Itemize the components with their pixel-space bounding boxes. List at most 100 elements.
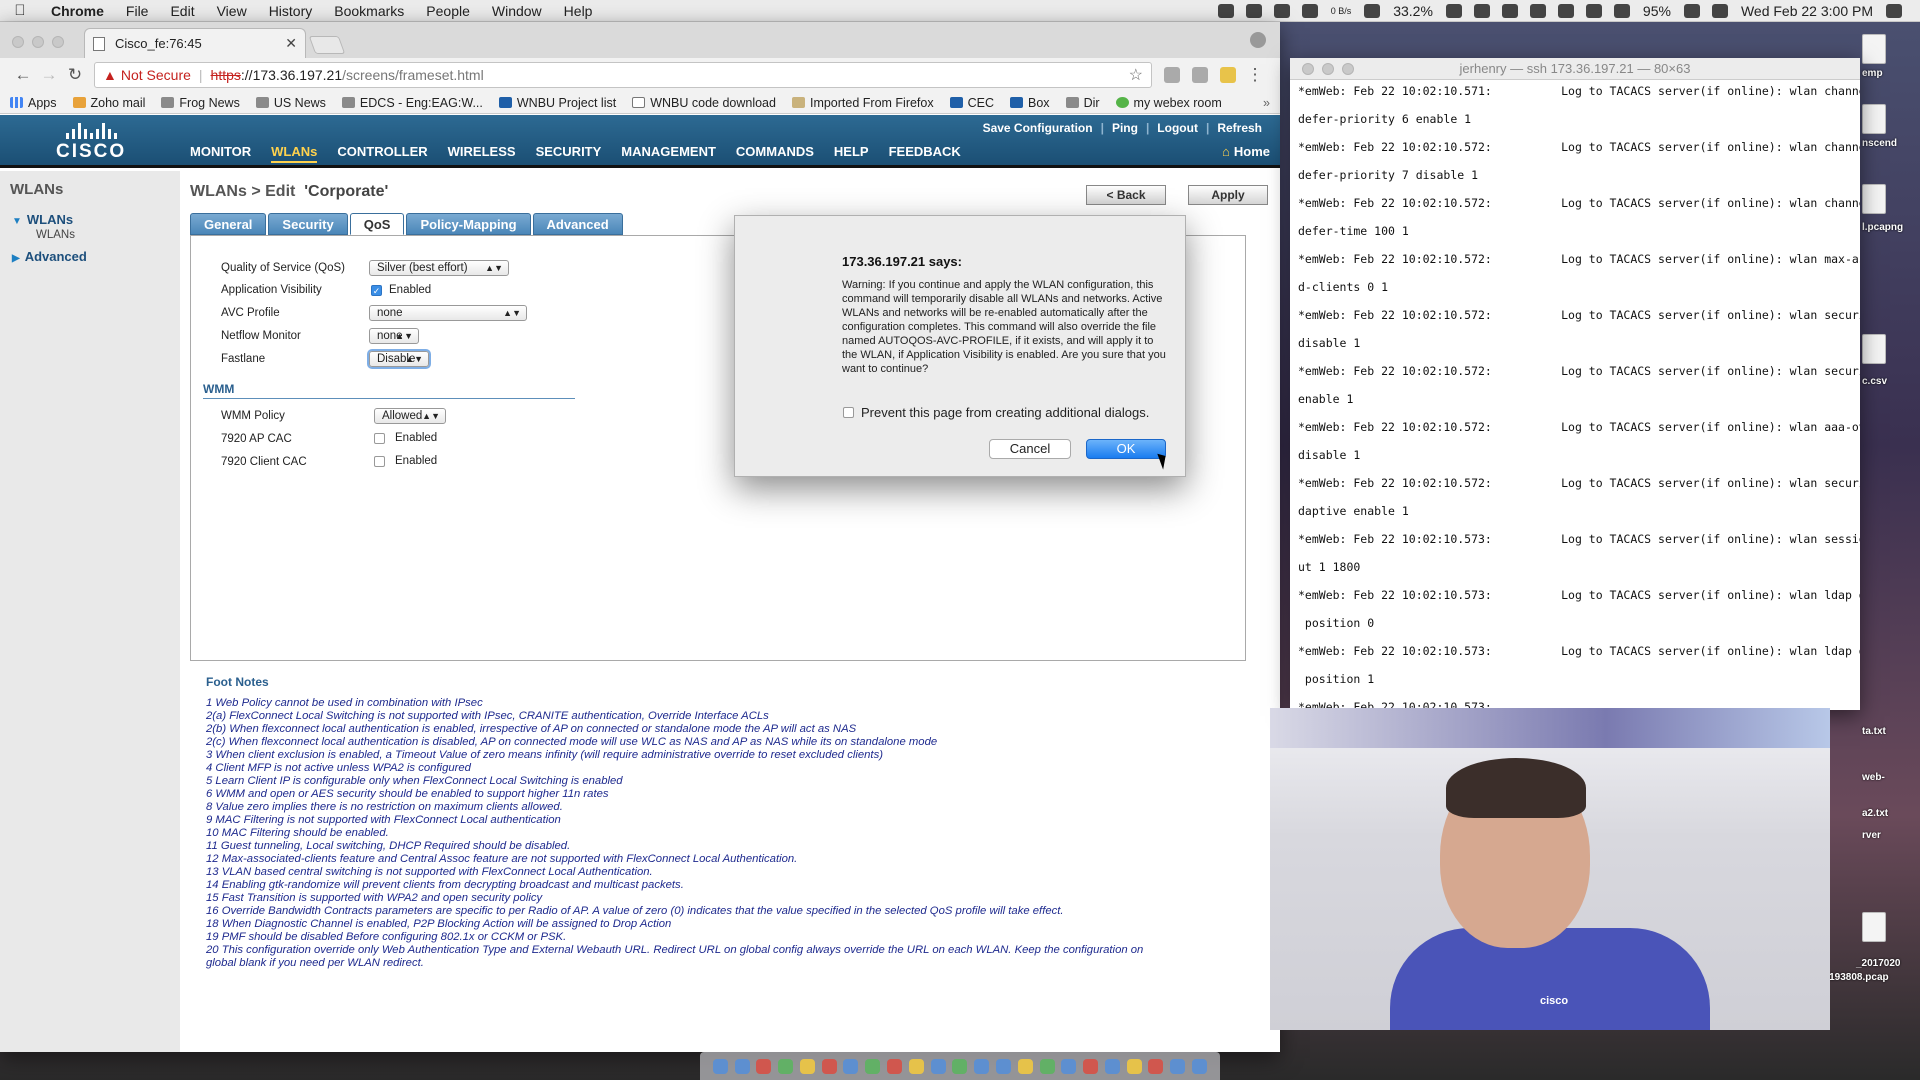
bookmark-edcs[interactable]: EDCS - Eng:EAG:W... bbox=[341, 96, 483, 110]
fastlane-select[interactable]: Disable ▲▼ bbox=[369, 351, 429, 367]
battery-percent[interactable]: 95% bbox=[1636, 3, 1678, 19]
menu-bookmarks[interactable]: Bookmarks bbox=[323, 3, 415, 19]
desktop-file-icon[interactable] bbox=[1862, 912, 1886, 942]
wifi-icon[interactable] bbox=[1585, 3, 1602, 18]
cancel-button[interactable]: Cancel bbox=[989, 439, 1071, 459]
app-icon[interactable] bbox=[1039, 1058, 1055, 1074]
app-icon[interactable] bbox=[887, 1058, 903, 1074]
nav-management[interactable]: MANAGEMENT bbox=[621, 144, 716, 163]
bookmarks-overflow-icon[interactable]: » bbox=[1263, 96, 1270, 110]
ok-button[interactable]: OK bbox=[1086, 439, 1166, 459]
app-icon[interactable] bbox=[995, 1058, 1011, 1074]
client-cac-checkbox[interactable] bbox=[374, 456, 385, 467]
bookmark-wnbu-project[interactable]: WNBU Project list bbox=[498, 96, 616, 110]
logout-link[interactable]: Logout bbox=[1149, 121, 1206, 135]
bookmark-apps[interactable]: Apps bbox=[10, 96, 57, 110]
word-icon[interactable] bbox=[908, 1058, 924, 1074]
window-close-button[interactable] bbox=[1302, 63, 1314, 75]
chrome-menu-icon[interactable]: ⋮ bbox=[1242, 65, 1268, 85]
volume-icon[interactable] bbox=[1711, 3, 1728, 18]
airplay-icon[interactable] bbox=[1613, 3, 1630, 18]
display-icon[interactable] bbox=[1473, 3, 1490, 18]
bookmark-cec[interactable]: CEC bbox=[949, 96, 994, 110]
app-icon[interactable] bbox=[1148, 1058, 1164, 1074]
apple-menu-icon[interactable]:  bbox=[0, 2, 40, 19]
warning-icon[interactable]: ▲ bbox=[103, 67, 117, 83]
qos-select[interactable]: Silver (best effort) ▲▼ bbox=[369, 260, 509, 276]
tab-policy-mapping[interactable]: Policy-Mapping bbox=[406, 213, 531, 235]
extension-icon[interactable] bbox=[1164, 67, 1180, 83]
left-nav-wlans[interactable]: ▼ WLANs bbox=[12, 212, 170, 227]
not-secure-label[interactable]: Not Secure bbox=[121, 67, 191, 83]
calendar-icon[interactable] bbox=[756, 1058, 772, 1074]
nav-wireless[interactable]: WIRELESS bbox=[448, 144, 516, 163]
tab-advanced[interactable]: Advanced bbox=[532, 213, 623, 235]
avc-profile-select[interactable]: none ▲▼ bbox=[369, 305, 527, 321]
siri-icon[interactable] bbox=[1557, 3, 1574, 18]
menu-view[interactable]: View bbox=[206, 3, 258, 19]
forward-arrow-icon[interactable]: → bbox=[36, 65, 62, 85]
desktop-file-icon[interactable] bbox=[1862, 184, 1886, 214]
app-icon[interactable] bbox=[1126, 1058, 1142, 1074]
back-button[interactable]: < Back bbox=[1086, 185, 1166, 205]
nav-help[interactable]: HELP bbox=[834, 144, 869, 163]
menu-window[interactable]: Window bbox=[481, 3, 553, 19]
save-configuration-link[interactable]: Save Configuration bbox=[975, 121, 1101, 135]
bookmark-frog-news[interactable]: Frog News bbox=[161, 96, 240, 110]
netflow-monitor-select[interactable]: none ▲▼ bbox=[369, 328, 419, 344]
prevent-dialogs-label[interactable]: Prevent this page from creating addition… bbox=[861, 405, 1149, 420]
app-icon[interactable] bbox=[1083, 1058, 1099, 1074]
window-minimize-button[interactable] bbox=[1322, 63, 1334, 75]
notifications-icon[interactable] bbox=[1886, 3, 1902, 18]
desktop-file-icon[interactable] bbox=[1862, 334, 1886, 364]
tab-security[interactable]: Security bbox=[268, 213, 348, 235]
ap-cac-checkbox[interactable] bbox=[374, 433, 385, 444]
nav-monitor[interactable]: MONITOR bbox=[190, 144, 251, 163]
left-nav-advanced[interactable]: ▶ Advanced bbox=[12, 249, 170, 264]
nav-feedback[interactable]: FEEDBACK bbox=[889, 144, 961, 163]
tab-general[interactable]: General bbox=[190, 213, 267, 235]
app-icon[interactable] bbox=[865, 1058, 881, 1074]
bookmark-zoho[interactable]: Zoho mail bbox=[72, 96, 145, 110]
record-icon[interactable] bbox=[1217, 3, 1234, 18]
app-icon[interactable] bbox=[1104, 1058, 1120, 1074]
desktop-file-icon[interactable] bbox=[1862, 34, 1886, 64]
extension-icon[interactable] bbox=[1192, 67, 1208, 83]
nav-wlans[interactable]: WLANs bbox=[271, 144, 318, 163]
grid-icon[interactable] bbox=[1501, 3, 1518, 18]
app-icon[interactable] bbox=[1061, 1058, 1077, 1074]
menu-people[interactable]: People bbox=[415, 3, 481, 19]
bookmark-us-news[interactable]: US News bbox=[255, 96, 326, 110]
extension-icon[interactable] bbox=[1220, 67, 1236, 83]
wmm-policy-select[interactable]: Allowed ▲▼ bbox=[374, 408, 446, 424]
trash-icon[interactable] bbox=[1191, 1058, 1207, 1074]
window-close-button[interactable] bbox=[12, 36, 24, 48]
menu-history[interactable]: History bbox=[258, 3, 324, 19]
search-icon[interactable] bbox=[1529, 3, 1546, 18]
app-icon[interactable] bbox=[843, 1058, 859, 1074]
desktop-file-icon[interactable] bbox=[1862, 104, 1886, 134]
outlook-icon[interactable] bbox=[930, 1058, 946, 1074]
tab-qos[interactable]: QoS bbox=[349, 213, 405, 235]
bookmark-star-icon[interactable]: ☆ bbox=[1129, 65, 1143, 85]
left-nav-wlans-sub[interactable]: WLANs bbox=[36, 229, 170, 241]
address-bar[interactable]: ▲ Not Secure | https ://173.36.197.21 /s… bbox=[94, 62, 1152, 88]
nav-controller[interactable]: CONTROLLER bbox=[337, 144, 427, 163]
menu-file[interactable]: File bbox=[115, 3, 160, 19]
bookmark-wnbu-code[interactable]: WNBU code download bbox=[632, 96, 776, 110]
window-minimize-button[interactable] bbox=[32, 36, 44, 48]
apply-button[interactable]: Apply bbox=[1188, 185, 1268, 205]
app-visibility-checkbox[interactable]: ✓ bbox=[371, 285, 382, 296]
gmail-icon[interactable] bbox=[1245, 3, 1262, 18]
menu-help[interactable]: Help bbox=[553, 3, 604, 19]
bookmark-imported-firefox[interactable]: Imported From Firefox bbox=[791, 96, 934, 110]
home-link[interactable]: ⌂ Home bbox=[1222, 144, 1270, 159]
menu-edit[interactable]: Edit bbox=[159, 3, 205, 19]
notes-icon[interactable] bbox=[821, 1058, 837, 1074]
clock[interactable]: Wed Feb 22 3:00 PM bbox=[1734, 3, 1880, 19]
new-tab-button[interactable] bbox=[308, 36, 346, 54]
nav-commands[interactable]: COMMANDS bbox=[736, 144, 814, 163]
app-icon[interactable] bbox=[1017, 1058, 1033, 1074]
tab-close-icon[interactable]: ✕ bbox=[285, 35, 297, 52]
chrome-icon[interactable] bbox=[778, 1058, 794, 1074]
